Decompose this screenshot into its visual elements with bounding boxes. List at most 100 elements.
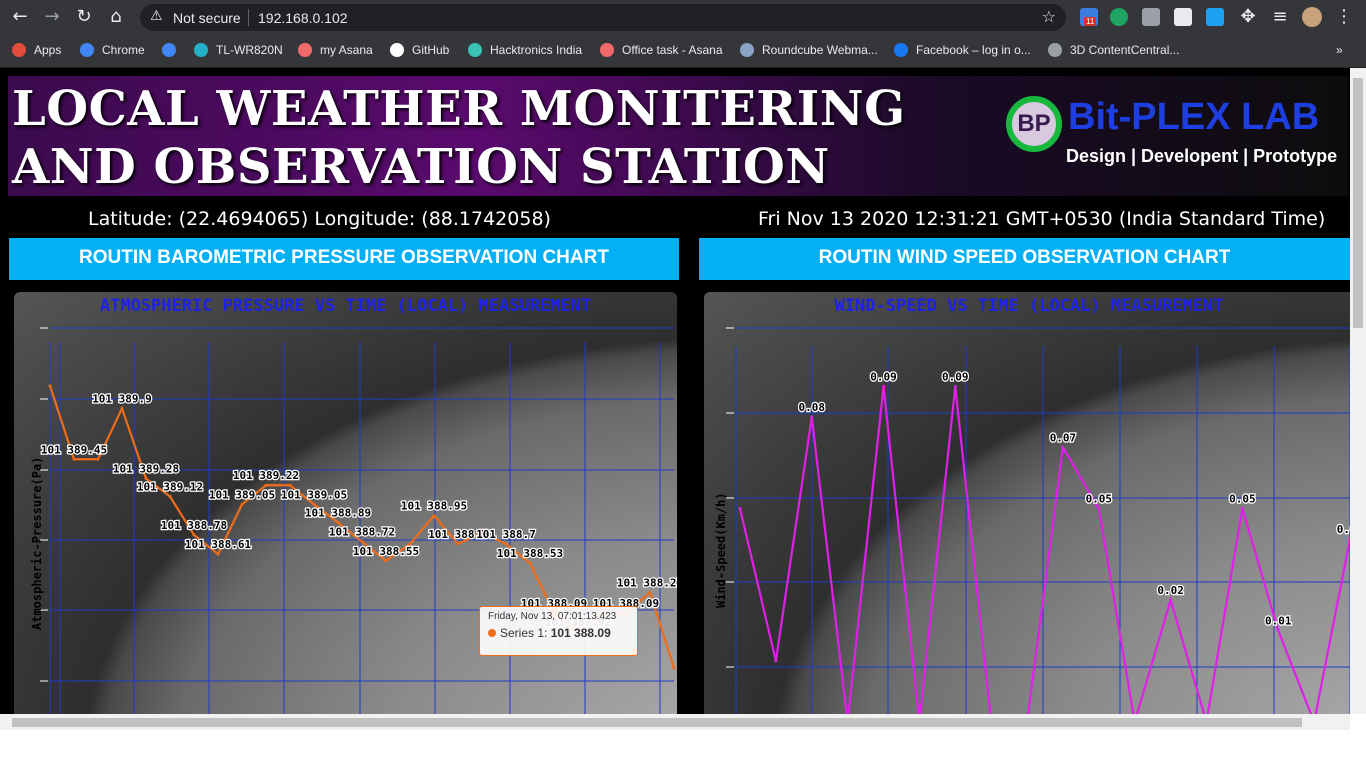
extension-copy-icon[interactable] [1142, 8, 1160, 26]
data-point[interactable] [384, 559, 388, 563]
extension-image-icon[interactable] [1174, 8, 1192, 26]
pressure-section-header: ROUTIN BAROMETRIC PRESSURE OBSERVATION C… [9, 238, 679, 280]
data-point[interactable] [738, 507, 742, 510]
data-point[interactable] [288, 483, 292, 487]
bookmarks-overflow-icon[interactable]: » [1336, 40, 1343, 60]
vertical-scroll-thumb[interactable] [1353, 78, 1363, 328]
bookmark-favicon-icon [162, 43, 176, 57]
data-point[interactable] [1169, 598, 1173, 602]
data-point[interactable] [672, 666, 676, 670]
data-label: 101 388.55 [353, 545, 419, 558]
bookmark-label: Roundcube Webma... [762, 43, 878, 57]
warning-icon: ⚠ [150, 8, 163, 24]
bookmark-favicon-icon [600, 43, 614, 57]
bookmark-favicon-icon [468, 43, 482, 57]
vertical-scrollbar[interactable] [1350, 68, 1366, 714]
bookmark-label: 3D ContentCentral... [1070, 43, 1180, 57]
omnibox-separator [248, 9, 249, 26]
url-text[interactable]: 192.168.0.102 [258, 10, 348, 26]
bookmark-label: Hacktronics India [490, 43, 583, 57]
address-bar[interactable]: ⚠ Not secure 192.168.0.102 ☆ [140, 4, 1066, 31]
bookmark-item[interactable]: Hacktronics India [468, 40, 582, 60]
data-point[interactable] [810, 415, 814, 419]
data-label: 0.01 [1265, 615, 1292, 628]
horizontal-scroll-thumb[interactable] [12, 718, 1302, 727]
data-point[interactable] [1061, 446, 1065, 449]
data-point[interactable] [408, 542, 412, 546]
data-label: 101 389.45 [41, 443, 107, 456]
back-arrow-icon[interactable]: ← [10, 7, 30, 27]
data-label: 101 388.72 [329, 526, 395, 539]
data-label: 0.04 [1337, 523, 1350, 536]
wind-chart[interactable]: 0.08 0.09 0.09 0.07 0.05 0.02 0.05 0.01 0.04 [704, 292, 1350, 714]
bookmark-item[interactable]: Roundcube Webma... [740, 40, 878, 60]
extension-send-icon[interactable] [1206, 8, 1224, 26]
data-point[interactable] [774, 659, 778, 663]
data-point[interactable] [648, 590, 652, 594]
extension-grammarly-icon[interactable] [1110, 8, 1128, 26]
bookmark-label: Apps [34, 43, 62, 57]
bookmark-item[interactable]: Chrome [80, 40, 145, 60]
data-point[interactable] [216, 552, 220, 556]
bookmark-item[interactable]: Office task - Asana [600, 40, 723, 60]
browser-toolbar: ← → ↻ ⌂ ⚠ Not secure 192.168.0.102 ☆ 11 … [0, 0, 1366, 34]
data-point[interactable] [1276, 629, 1280, 632]
data-point[interactable] [168, 495, 172, 499]
data-point[interactable] [953, 385, 957, 388]
bookmark-label: Office task - Asana [622, 43, 723, 57]
bitplex-logo: BP [1006, 96, 1062, 152]
profile-avatar[interactable] [1302, 7, 1322, 27]
data-point[interactable] [72, 457, 76, 461]
extensions-puzzle-icon[interactable]: ✥ [1238, 7, 1258, 27]
forward-arrow-icon[interactable]: → [42, 7, 62, 27]
bookmark-item[interactable]: GitHub [390, 40, 449, 60]
bookmark-label: GitHub [412, 43, 450, 57]
menu-dots-icon[interactable]: ⋮ [1334, 7, 1354, 27]
data-point[interactable] [192, 533, 196, 537]
data-label: 0.08 [799, 401, 826, 414]
data-point[interactable] [240, 502, 244, 506]
data-point[interactable] [96, 457, 100, 461]
bookmark-item[interactable] [162, 40, 184, 60]
data-point[interactable] [336, 520, 340, 524]
data-point[interactable] [360, 540, 364, 544]
home-icon[interactable]: ⌂ [106, 7, 126, 27]
data-point[interactable] [882, 385, 886, 388]
bookmark-favicon-icon [80, 43, 94, 57]
data-label: 101 388.95 [401, 500, 467, 513]
page-title: LOCAL WEATHER MONITERING AND OBSERVATION… [12, 81, 906, 195]
header-banner: LOCAL WEATHER MONITERING AND OBSERVATION… [8, 76, 1348, 196]
data-point[interactable] [312, 502, 316, 506]
reading-list-icon[interactable]: ≡ [1270, 7, 1290, 27]
data-label: 101 389.12 [137, 481, 203, 494]
bookmark-favicon-icon [194, 43, 208, 57]
data-label: 101 389.22 [233, 469, 299, 482]
data-point[interactable] [504, 542, 508, 546]
datetime-text: Fri Nov 13 2020 12:31:21 GMT+0530 (India… [758, 208, 1326, 230]
data-label: 101 389.9 [92, 392, 152, 405]
data-point[interactable] [432, 514, 436, 518]
data-label: 0.05 [1229, 493, 1256, 506]
data-point[interactable] [1097, 507, 1101, 510]
extension-calendar-icon[interactable]: 11 [1080, 8, 1098, 26]
bookmark-item[interactable]: my Asana [298, 40, 373, 60]
data-point[interactable] [120, 406, 124, 410]
bookmark-item[interactable]: TL-WR820N [194, 40, 283, 60]
bookmark-star-icon[interactable]: ☆ [1042, 7, 1056, 26]
bookmark-item[interactable]: Apps [12, 40, 61, 60]
reload-icon[interactable]: ↻ [74, 7, 94, 27]
data-point[interactable] [528, 561, 532, 565]
data-label: 0.09 [870, 371, 897, 384]
data-point[interactable] [1240, 507, 1244, 510]
brand-tagline: Design | Developent | Prototype [1066, 146, 1338, 166]
data-point[interactable] [264, 483, 268, 487]
bookmark-favicon-icon [1048, 43, 1062, 57]
horizontal-scrollbar[interactable] [0, 714, 1350, 730]
data-label: 101 389.05 [209, 488, 275, 501]
bookmark-item[interactable]: Facebook – log in o... [894, 40, 1031, 60]
data-point[interactable] [456, 542, 460, 546]
bookmark-item[interactable]: 3D ContentCentral... [1048, 40, 1179, 60]
data-point[interactable] [144, 476, 148, 480]
data-point[interactable] [48, 384, 52, 388]
data-label: 101 388.78 [161, 519, 227, 532]
